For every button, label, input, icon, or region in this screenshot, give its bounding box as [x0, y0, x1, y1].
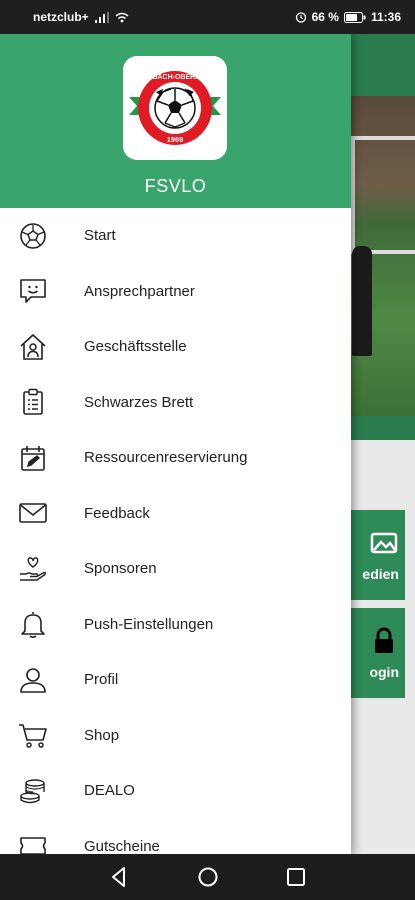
user-icon — [18, 665, 48, 695]
goal-post — [351, 136, 415, 254]
soccer-ball-icon — [18, 221, 48, 251]
logo-top-text: FSV LIMBACH-OBERFROHNA — [125, 74, 225, 81]
drawer-header: FSV LIMBACH-OBERFROHNA 1969 FSVLO — [0, 34, 351, 208]
system-navigation-bar — [0, 854, 415, 900]
battery-icon — [343, 11, 366, 23]
status-bar: netzclub+ 66 % 11:36 — [0, 0, 415, 34]
media-tile-label: edien — [362, 566, 399, 582]
menu-item-geschaeftsstelle[interactable]: Geschäftsstelle — [0, 319, 351, 375]
menu-item-label: Start — [84, 227, 116, 245]
menu-item-label: Feedback — [84, 504, 150, 522]
menu-item-push-einstellungen[interactable]: Push-Einstellungen — [0, 597, 351, 653]
media-tile[interactable]: edien — [349, 510, 405, 600]
battery-percent: 66 % — [311, 10, 339, 24]
club-logo: FSV LIMBACH-OBERFROHNA 1969 — [123, 56, 227, 160]
menu-item-shop[interactable]: Shop — [0, 708, 351, 764]
menu-item-label: Sponsoren — [84, 560, 157, 578]
menu-item-ansprechpartner[interactable]: Ansprechpartner — [0, 264, 351, 320]
bell-icon — [18, 609, 48, 639]
login-tile[interactable]: ogin — [349, 608, 405, 698]
menu-item-label: Geschäftsstelle — [84, 338, 187, 356]
menu-item-ressourcenreservierung[interactable]: Ressourcenreservierung — [0, 430, 351, 486]
menu-item-feedback[interactable]: Feedback — [0, 486, 351, 542]
menu-item-start[interactable]: Start — [0, 208, 351, 264]
wifi-icon — [115, 12, 129, 23]
menu-item-dealo[interactable]: DEALO — [0, 763, 351, 819]
club-name: FSVLO — [144, 176, 207, 196]
mail-icon — [18, 498, 48, 528]
menu-item-sponsoren[interactable]: Sponsoren — [0, 541, 351, 597]
chat-smile-icon — [18, 276, 48, 306]
login-tile-label: ogin — [369, 664, 399, 680]
signal-icon — [94, 11, 109, 23]
menu-item-schwarzes-brett[interactable]: Schwarzes Brett — [0, 375, 351, 431]
house-person-icon — [18, 332, 48, 362]
logo-year: 1969 — [167, 135, 184, 144]
menu-item-label: Ressourcenreservierung — [84, 449, 248, 467]
cart-icon — [18, 720, 48, 750]
calendar-edit-icon — [18, 443, 48, 473]
menu-item-label: Schwarzes Brett — [84, 393, 194, 411]
alarm-icon — [295, 11, 307, 23]
lock-icon — [375, 627, 393, 653]
recents-icon[interactable] — [284, 865, 308, 889]
menu-item-profil[interactable]: Profil — [0, 652, 351, 708]
navigation-drawer: FSV LIMBACH-OBERFROHNA 1969 FSVLO Start … — [0, 34, 351, 854]
menu-item-label: Shop — [84, 726, 120, 744]
drawer-menu: Start Ansprechpartner Geschäftsstelle Sc… — [0, 208, 351, 854]
menu-item-gutscheine[interactable]: Gutscheine — [0, 819, 351, 854]
coins-icon — [18, 776, 48, 806]
voucher-icon — [18, 831, 48, 854]
clock: 11:36 — [370, 10, 401, 24]
image-icon — [370, 532, 398, 554]
menu-item-label: Ansprechpartner — [84, 282, 195, 300]
hand-heart-icon — [18, 554, 48, 584]
person-figure — [352, 246, 372, 356]
menu-item-label: Push-Einstellungen — [84, 615, 214, 633]
menu-item-label: DEALO — [84, 782, 135, 800]
clipboard-icon — [18, 387, 48, 417]
menu-item-label: Profil — [84, 671, 119, 689]
back-icon[interactable] — [107, 865, 131, 889]
home-icon[interactable] — [196, 865, 220, 889]
menu-item-label: Gutscheine — [84, 837, 160, 854]
carrier-name: netzclub+ — [33, 10, 89, 24]
